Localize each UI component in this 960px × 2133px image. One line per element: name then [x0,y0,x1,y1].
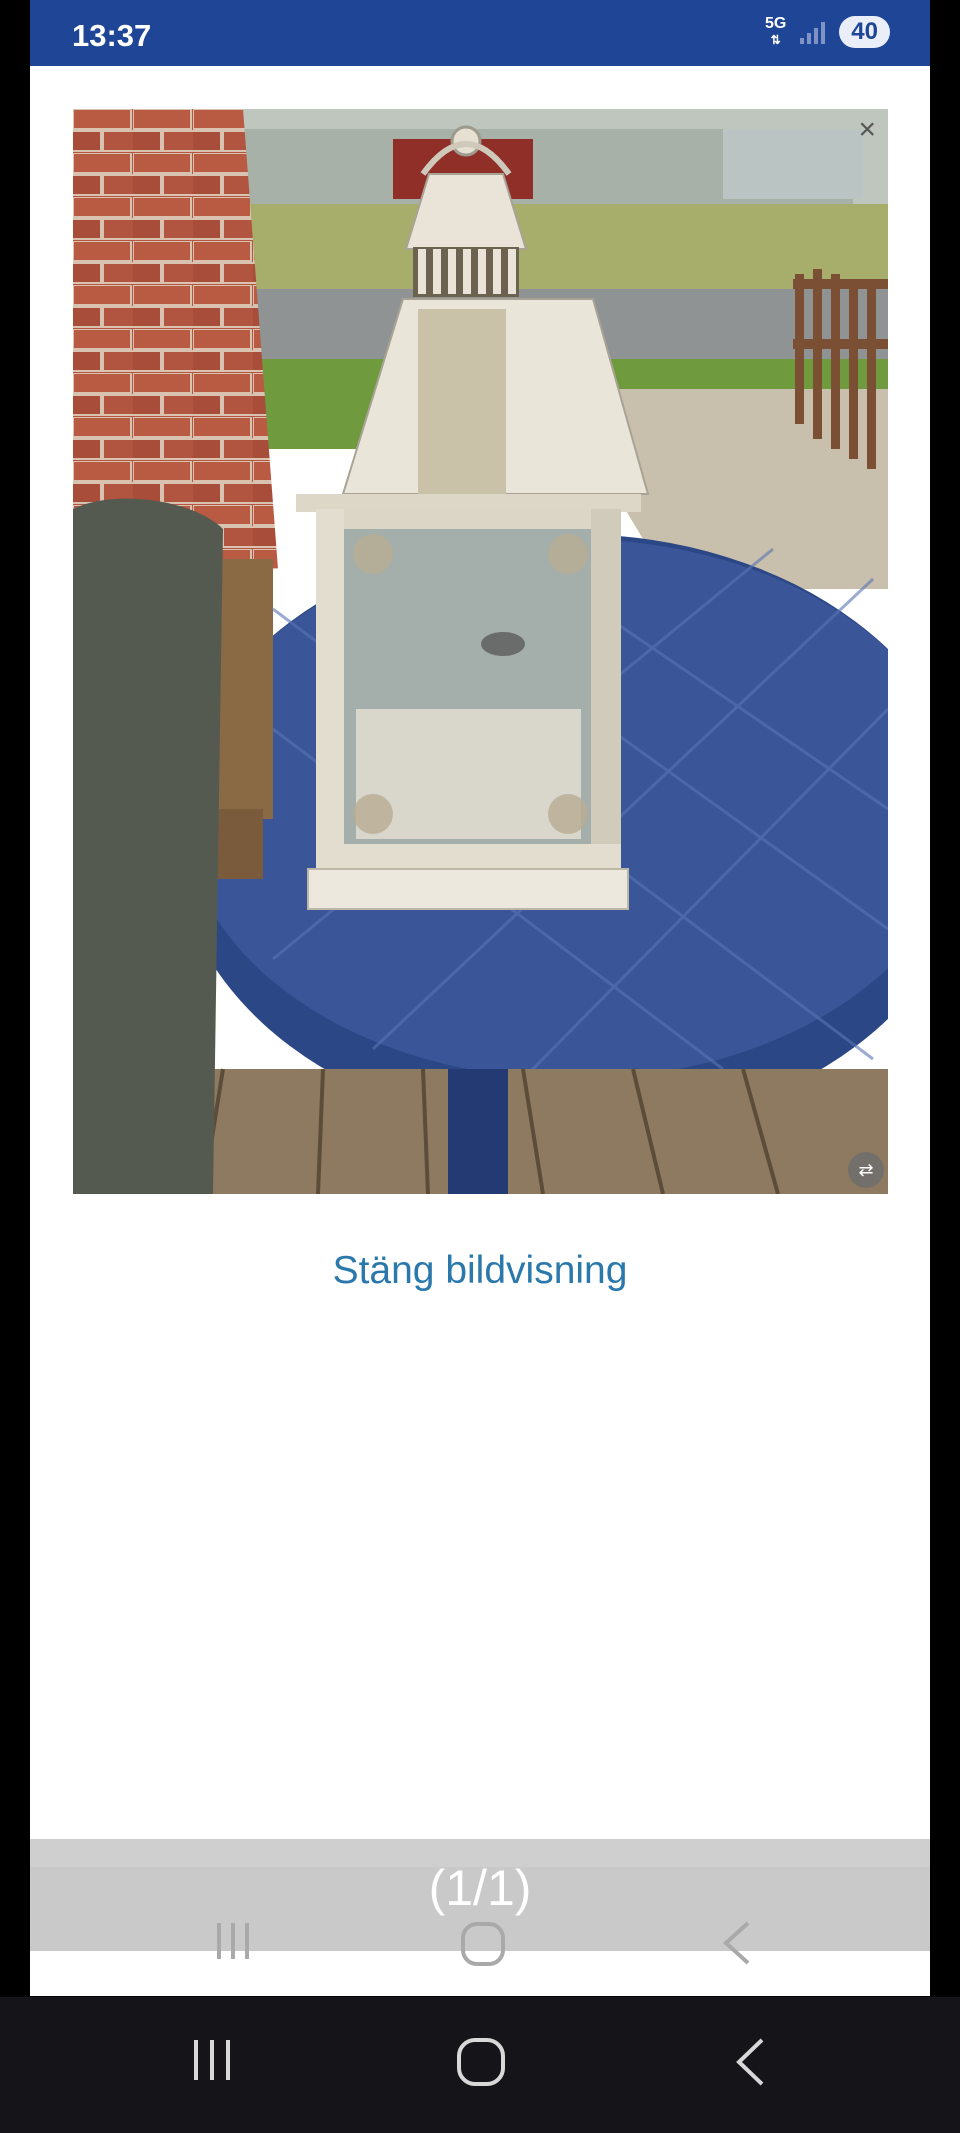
battery-indicator: 40 [839,16,890,48]
listing-photo[interactable]: × ⇄ [73,109,888,1194]
system-navigation-bar [0,1997,960,2133]
lantern-photo [73,109,888,1194]
back-icon [723,1921,750,1965]
recents-icon [217,1923,249,1959]
home-icon [461,1922,505,1966]
image-counter-bar: (1/1) [30,1839,930,1966]
network-5g-icon: 5G ⇅ [764,15,787,48]
image-viewer-sheet: × ⇄ Stäng bildvisning (1/1) [30,66,930,1996]
clock: 13:37 [72,18,152,53]
image-counter: (1/1) [428,1860,532,1916]
signal-icon [800,20,826,44]
back-icon[interactable] [733,2037,767,2087]
swap-icon[interactable]: ⇄ [848,1152,884,1188]
network-label: 5G [764,15,787,32]
home-icon[interactable] [456,2037,506,2087]
recents-icon[interactable] [190,2037,234,2083]
status-icons: 5G ⇅ 40 [765,16,890,48]
status-bar: 13:37 5G ⇅ 40 [30,0,930,66]
close-slideshow-link[interactable]: Stäng bildvisning [30,1249,930,1293]
close-icon[interactable]: × [858,113,876,147]
